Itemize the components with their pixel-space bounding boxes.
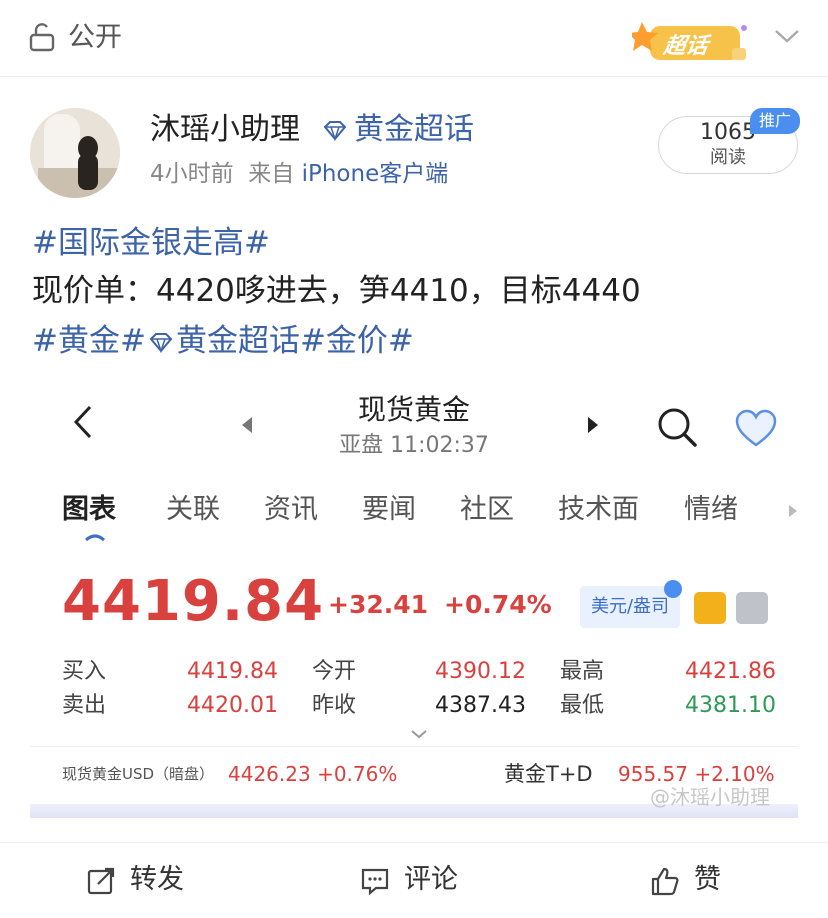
super-topic-label: 超话 <box>661 34 710 59</box>
tab-info: 资讯 <box>264 494 318 525</box>
divider <box>30 746 798 747</box>
quote-label: 买入 <box>62 659 107 684</box>
quote-value: 4381.10 <box>685 693 776 718</box>
tab-news: 要闻 <box>362 494 416 525</box>
tab-sentiment: 情绪 <box>684 494 738 525</box>
repost-icon <box>87 867 115 895</box>
divider <box>0 842 828 843</box>
post-time: 4小时前 <box>150 161 234 187</box>
price-change: +32.41 <box>328 590 429 619</box>
quote-value: 4387.43 <box>435 693 526 718</box>
settings-icon <box>736 592 768 624</box>
quote-label: 昨收 <box>312 693 357 718</box>
source-link[interactable]: iPhone客户端 <box>302 161 449 187</box>
tag-topic[interactable]: 黄金超话#金价# <box>176 323 414 359</box>
price-change-pct: +0.74% <box>444 590 552 619</box>
coin-icon <box>694 592 726 624</box>
tag-gold[interactable]: #黄金# <box>32 323 146 359</box>
visibility-label[interactable]: 公开 <box>68 20 122 56</box>
next-arrow-icon <box>588 417 598 433</box>
heart-icon <box>735 409 777 447</box>
tab-technical: 技术面 <box>558 494 639 525</box>
thumbs-up-icon <box>651 867 679 896</box>
read-label: 阅读 <box>710 147 746 168</box>
like-button[interactable]: 赞 <box>694 862 721 898</box>
comment-button[interactable]: 评论 <box>404 862 458 898</box>
topic-label: 黄金超话 <box>354 112 474 147</box>
avatar[interactable] <box>30 108 120 198</box>
embedded-screenshot[interactable]: 现货黄金 亚盘 11:02:37 图表 关联 资讯 要闻 社区 技术面 情绪 4… <box>30 374 798 818</box>
hashtag-link[interactable]: #国际金银走高# <box>32 222 270 264</box>
quote-value: 4419.84 <box>187 659 278 684</box>
tab-community: 社区 <box>460 494 514 525</box>
chevron-down-icon[interactable] <box>772 24 802 48</box>
active-tab-indicator <box>85 534 105 542</box>
related-quote-value: 4426.23 +0.76% <box>228 762 398 786</box>
watermark: @沐瑶小助理 <box>650 785 770 809</box>
post-meta: 4小时前 来自 iPhone客户端 <box>150 158 448 190</box>
quote-label: 最高 <box>560 659 605 684</box>
topic-link[interactable]: 黄金超话 <box>322 110 474 150</box>
lock-icon <box>29 23 55 52</box>
author-name[interactable]: 沐瑶小助理 <box>150 110 300 150</box>
tags-line[interactable]: #黄金# 黄金超话#金价# <box>32 320 414 362</box>
expand-chevron-icon <box>411 730 427 739</box>
quote-value: 4420.01 <box>187 693 278 718</box>
tab-related: 关联 <box>166 494 220 525</box>
repost-button[interactable]: 转发 <box>130 862 184 898</box>
quote-label: 卖出 <box>62 693 107 718</box>
tab-more-arrow-icon <box>789 505 797 517</box>
current-price: 4419.84 <box>62 569 325 634</box>
search-icon <box>658 408 697 447</box>
source-prefix: 来自 <box>248 161 295 187</box>
comment-icon <box>361 868 389 896</box>
post-text: 现价单：4420哆进去，笋4410，目标4440 <box>32 273 641 309</box>
quote-label: 今开 <box>312 659 357 684</box>
promo-badge[interactable]: 推广 <box>750 108 800 134</box>
tab-chart: 图表 <box>62 494 116 525</box>
related-quote-label: 现货黄金USD（暗盘） <box>62 765 215 783</box>
switch-icon <box>664 580 682 598</box>
diamond-icon <box>149 333 173 353</box>
diamond-icon <box>323 121 347 141</box>
quote-label: 最低 <box>560 693 605 718</box>
quote-value: 4421.86 <box>685 659 776 684</box>
quote-value: 4390.12 <box>435 659 526 684</box>
related-quote-label: 黄金T+D <box>504 762 593 786</box>
